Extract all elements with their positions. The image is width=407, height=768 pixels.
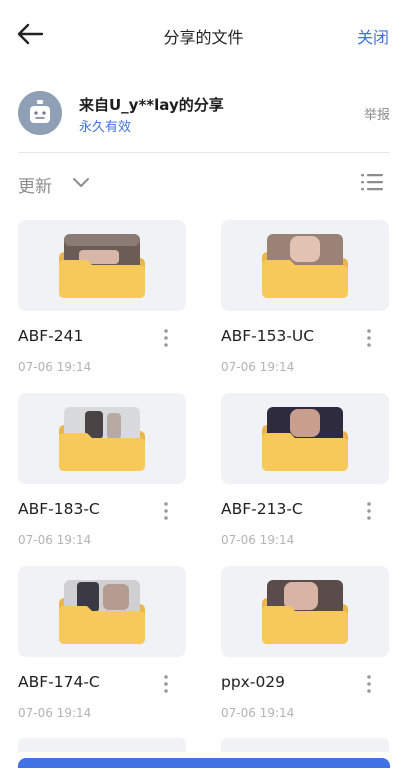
sort-dropdown[interactable]: 更新 xyxy=(18,172,52,197)
file-thumbnail[interactable] xyxy=(221,393,389,484)
sharer-info: 来自U_y**lay的分享 永久有效 举报 xyxy=(0,84,407,144)
more-options-icon[interactable] xyxy=(159,328,173,348)
file-card-partial[interactable] xyxy=(221,738,389,752)
file-thumbnail[interactable] xyxy=(18,566,186,657)
file-name: ABF-183-C xyxy=(18,500,100,518)
folder-icon xyxy=(59,580,145,644)
folder-icon xyxy=(262,580,348,644)
robot-avatar-icon xyxy=(18,91,62,135)
file-card-partial[interactable] xyxy=(18,738,186,752)
more-options-icon[interactable] xyxy=(362,674,376,694)
file-date: 07-06 19:14 xyxy=(18,360,92,374)
bottom-action-button[interactable] xyxy=(18,758,390,768)
report-button[interactable]: 举报 xyxy=(364,104,390,123)
close-button[interactable]: 关闭 xyxy=(357,24,389,48)
more-options-icon[interactable] xyxy=(362,328,376,348)
list-view-icon[interactable] xyxy=(361,173,383,191)
file-name: ABF-174-C xyxy=(18,673,100,691)
more-options-icon[interactable] xyxy=(362,501,376,521)
file-thumbnail[interactable] xyxy=(221,566,389,657)
file-card[interactable]: ABF-174-C 07-06 19:14 xyxy=(18,566,186,726)
file-thumbnail[interactable] xyxy=(221,220,389,311)
chevron-down-icon[interactable] xyxy=(72,175,90,189)
sharer-name: 来自U_y**lay的分享 xyxy=(79,96,224,114)
file-date: 07-06 19:14 xyxy=(18,706,92,720)
file-card[interactable]: ABF-153-UC 07-06 19:14 xyxy=(221,220,389,380)
file-date: 07-06 19:14 xyxy=(221,533,295,547)
sort-bar: 更新 xyxy=(0,166,407,200)
avatar[interactable] xyxy=(18,91,62,135)
file-date: 07-06 19:14 xyxy=(221,706,295,720)
folder-icon xyxy=(59,234,145,298)
folder-icon xyxy=(262,407,348,471)
file-name: ABF-213-C xyxy=(221,500,303,518)
divider xyxy=(18,152,390,153)
file-date: 07-06 19:14 xyxy=(221,360,295,374)
file-name: ABF-153-UC xyxy=(221,327,315,345)
file-name: ABF-241 xyxy=(18,327,84,345)
file-date: 07-06 19:14 xyxy=(18,533,92,547)
file-card[interactable]: ABF-213-C 07-06 19:14 xyxy=(221,393,389,553)
file-thumbnail[interactable] xyxy=(18,220,186,311)
file-name: ppx-029 xyxy=(221,673,286,691)
more-options-icon[interactable] xyxy=(159,674,173,694)
folder-icon xyxy=(59,407,145,471)
validity-text: 永久有效 xyxy=(79,120,132,135)
more-options-icon[interactable] xyxy=(159,501,173,521)
file-card[interactable]: ABF-183-C 07-06 19:14 xyxy=(18,393,186,553)
folder-icon xyxy=(262,234,348,298)
file-card[interactable]: ABF-241 07-06 19:14 xyxy=(18,220,186,380)
page-title: 分享的文件 xyxy=(163,28,244,47)
top-bar: 分享的文件 关闭 xyxy=(0,0,407,68)
file-card[interactable]: ppx-029 07-06 19:14 xyxy=(221,566,389,726)
file-thumbnail[interactable] xyxy=(18,393,186,484)
